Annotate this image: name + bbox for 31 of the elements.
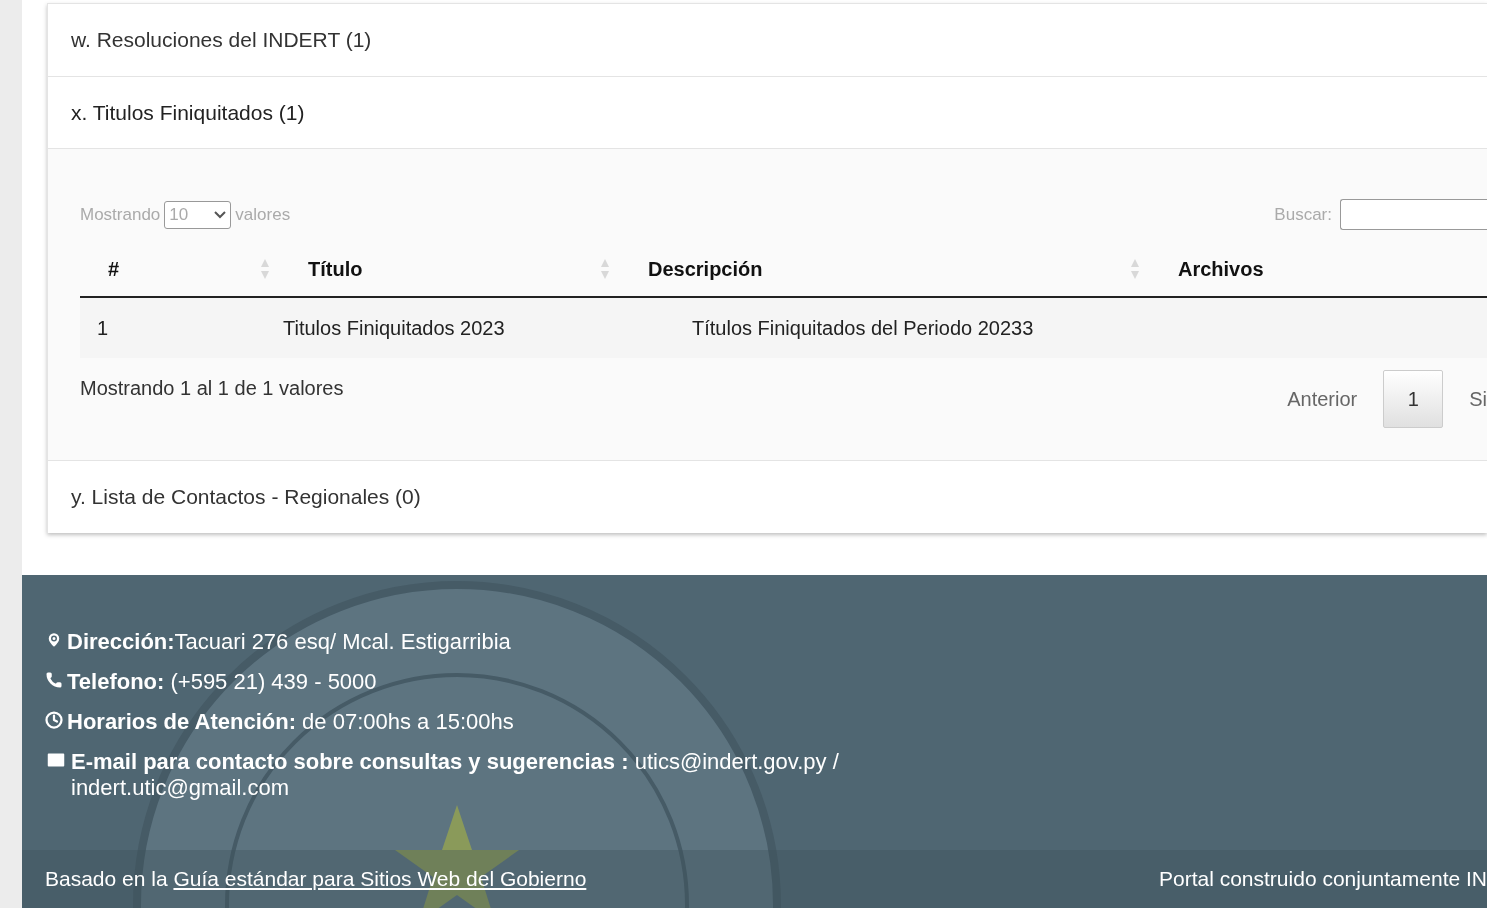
next-link[interactable]: Si (1469, 384, 1487, 414)
search-field[interactable] (1340, 199, 1487, 230)
column-header[interactable]: Título (308, 254, 363, 284)
phone-icon (45, 671, 63, 689)
previous-link[interactable]: Anterior (1287, 384, 1358, 414)
column-header[interactable]: # (108, 254, 120, 284)
chevron-down-icon (214, 210, 227, 219)
column-header[interactable]: Archivos (1178, 254, 1264, 284)
sort-icon (260, 258, 270, 280)
accordion-header[interactable]: y. Lista de Contactos - Regionales (0) (48, 461, 1487, 533)
column-header[interactable]: Descripción (648, 254, 763, 284)
accordion-header[interactable]: w. Resoluciones del INDERT (1) (48, 4, 1487, 76)
footer-credit: Basado en la Guía estándar para Sitios Web del Gobierno (45, 866, 587, 893)
contact-text: Dirección:Tacuari 276 esq/ Mcal. Estigarribia (67, 629, 511, 655)
sort-icon (600, 258, 610, 280)
sort-icon (1130, 258, 1140, 280)
table-info: Mostrando 1 al 1 de 1 valores (80, 376, 344, 401)
table-cell: 1 (97, 317, 109, 339)
contact-text: Telefono: (+595 21) 439 - 5000 (67, 669, 377, 695)
contact-text: Horarios de Atención: de 07:00hs a 15:00hs (67, 709, 514, 735)
page-button[interactable]: 1 (1383, 370, 1444, 428)
search-label: Buscar: (1274, 203, 1332, 226)
contact-text: E-mail para contacto sobre consultas y sugerencias : utics@indert.gov.py / indert.utic@gmail.com (71, 749, 840, 801)
length-label: valores (235, 203, 291, 226)
map-pin-icon (45, 631, 63, 649)
guide-link[interactable]: Guía estándar para Sitios Web del Gobierno (173, 867, 587, 891)
clock-icon (45, 711, 63, 729)
length-label: Mostrando (80, 203, 161, 226)
table-cell: Títulos Finiquitados del Periodo 20233 (692, 317, 1034, 339)
footer-credit: Portal construido conjuntamente IN (1159, 866, 1487, 893)
table-cell: Titulos Finiquitados 2023 (283, 317, 505, 339)
